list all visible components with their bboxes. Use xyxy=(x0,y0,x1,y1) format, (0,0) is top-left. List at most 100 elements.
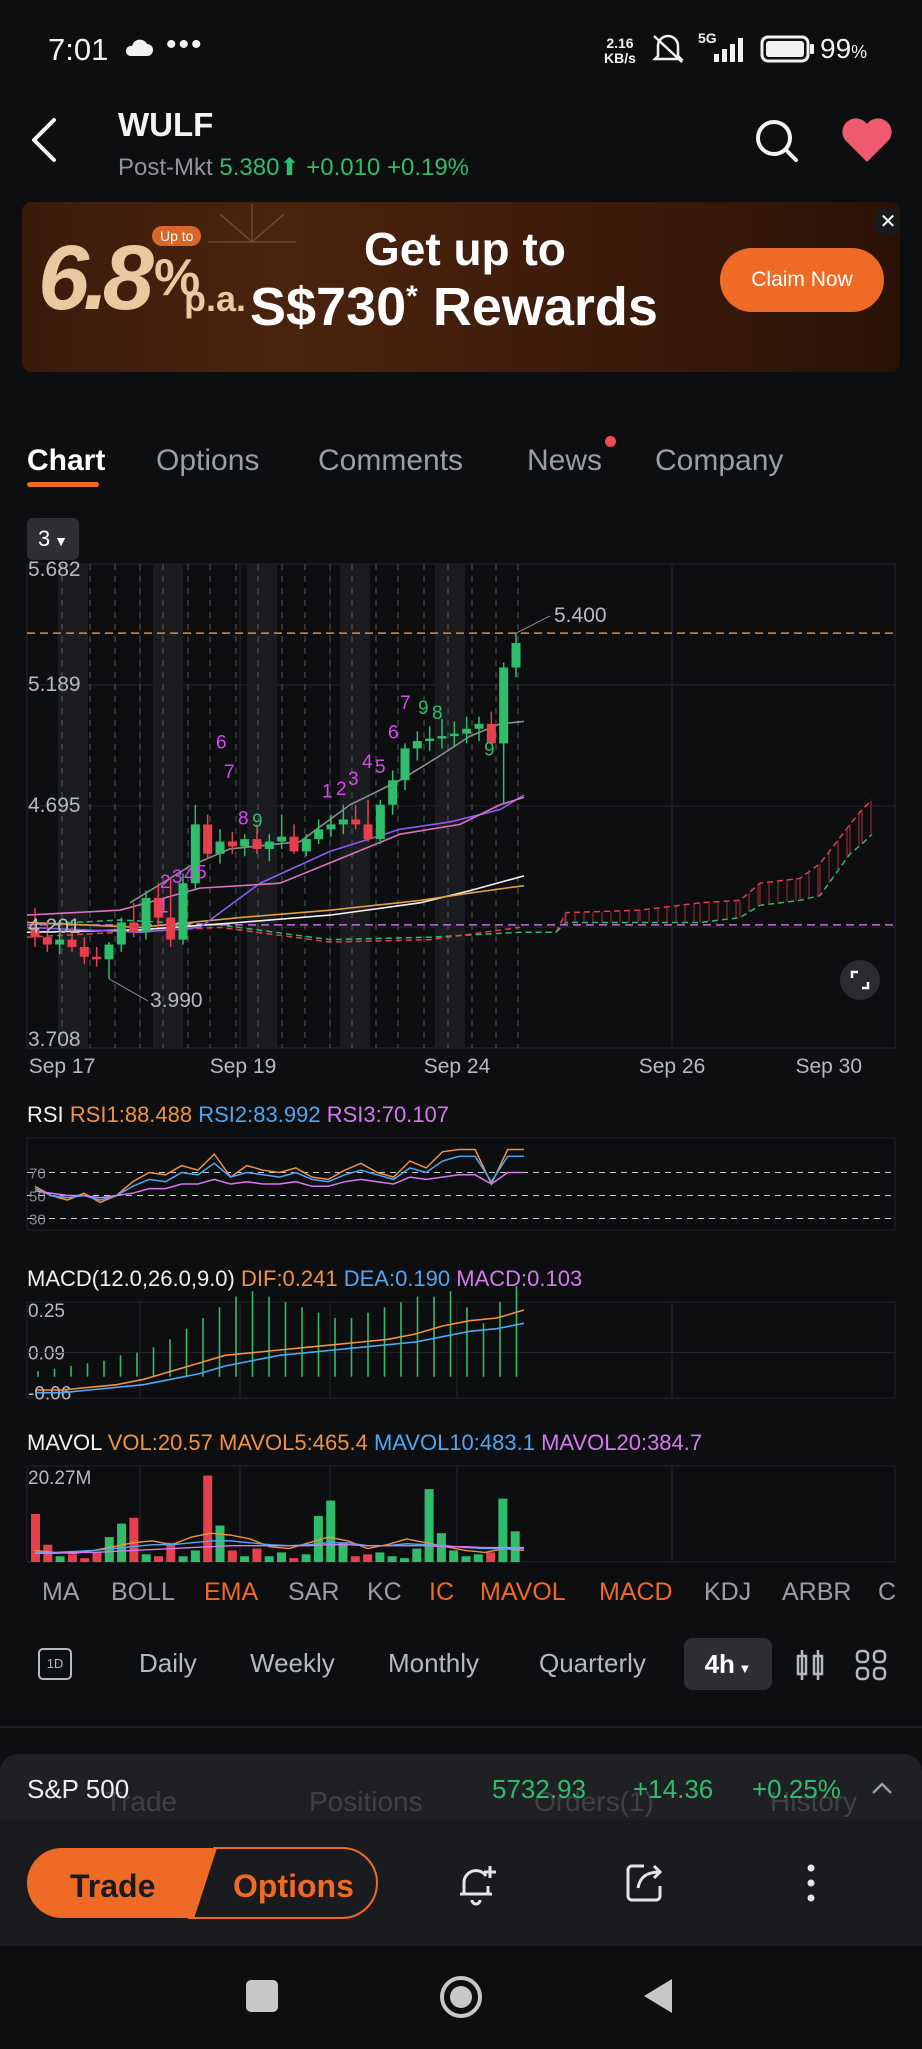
candle-body xyxy=(301,839,311,852)
status-more-dots: ••• xyxy=(166,28,204,61)
volume-panel: 20.27M xyxy=(26,1465,896,1563)
chevron-up-icon[interactable] xyxy=(870,1780,894,1796)
y-axis-tick: 4.695 xyxy=(28,794,81,817)
candle-body xyxy=(116,922,126,945)
index-ticker-bar[interactable]: Trade Positions Orders(1) History S&P 50… xyxy=(0,1754,922,1820)
candle-style-icon[interactable] xyxy=(794,1648,826,1682)
indicator-boll[interactable]: BOLL xyxy=(111,1578,175,1607)
volume-bar xyxy=(252,1548,262,1562)
td-count-magenta: 5 xyxy=(196,862,207,883)
favorite-heart-icon[interactable] xyxy=(840,116,894,164)
candle-body xyxy=(289,836,299,852)
index-change: +14.36 xyxy=(633,1774,714,1804)
indicator-kdj[interactable]: KDJ xyxy=(704,1578,751,1607)
volume-bar xyxy=(375,1552,385,1562)
back-triangle-icon[interactable] xyxy=(640,1976,676,2016)
x-axis-tick: Sep 17 xyxy=(29,1055,96,1078)
post-market-price: 5.380 xyxy=(219,154,280,181)
promo-upto-badge: Up to xyxy=(152,226,202,246)
last-price-leader xyxy=(515,615,551,634)
bottom-action-bar: Trade Options xyxy=(0,1820,922,1946)
candle-body xyxy=(227,841,237,847)
indicator-macd[interactable]: MACD xyxy=(599,1578,673,1607)
y-axis-tick: 4.201 xyxy=(28,915,81,938)
volume-bar xyxy=(129,1517,139,1562)
up-arrow-icon: ⬆ xyxy=(279,154,300,181)
intraday-1d-icon[interactable]: 1D xyxy=(38,1648,72,1680)
indicator-ma[interactable]: MA xyxy=(42,1578,80,1607)
candle-body xyxy=(499,667,509,744)
volume-bar xyxy=(67,1554,77,1562)
cloud-span-b xyxy=(555,833,873,933)
grid-layout-icon[interactable] xyxy=(854,1648,888,1682)
promo-banner[interactable]: 6.8 % Up to p.a. Get up to S$730* Reward… xyxy=(22,202,900,372)
period-quarterly[interactable]: Quarterly xyxy=(539,1648,646,1679)
candle-body xyxy=(375,804,385,840)
candle-body xyxy=(104,944,114,960)
volume-bar xyxy=(301,1554,311,1562)
td-count-magenta: 7 xyxy=(224,762,235,783)
system-nav-bar xyxy=(0,1946,922,2049)
indicator-mavol[interactable]: MAVOL xyxy=(480,1578,566,1607)
candle-body xyxy=(388,780,398,805)
status-time: 7:01 xyxy=(48,32,109,67)
section-divider xyxy=(0,1726,922,1728)
td-count-green: 8 xyxy=(432,703,443,724)
td-count-magenta: 3 xyxy=(172,867,183,888)
indicator-kc[interactable]: KC xyxy=(367,1578,402,1607)
back-arrow-icon[interactable] xyxy=(24,114,64,166)
candle-body xyxy=(67,939,77,947)
home-circle-icon[interactable] xyxy=(438,1974,484,2020)
x-axis-tick: Sep 24 xyxy=(424,1055,491,1078)
tab-company[interactable]: Company xyxy=(655,444,783,478)
more-vertical-icon[interactable] xyxy=(796,1860,826,1906)
indicator-arbr[interactable]: ARBR xyxy=(782,1578,851,1607)
volume-bar xyxy=(166,1542,176,1562)
volume-bar xyxy=(178,1556,188,1562)
tab-news[interactable]: News xyxy=(527,444,602,478)
volume-bar xyxy=(289,1558,299,1562)
claim-now-button[interactable]: Claim Now xyxy=(720,248,884,312)
indicator-ic[interactable]: IC xyxy=(429,1578,454,1607)
status-bar: 7:01 ••• 2.16 KB/s 5G 99% xyxy=(0,0,922,100)
volume-bar xyxy=(326,1500,336,1562)
td-count-magenta: 4 xyxy=(184,865,195,886)
fullscreen-button[interactable] xyxy=(840,960,880,1000)
close-banner-icon[interactable]: ✕ xyxy=(874,208,900,236)
volume-bar xyxy=(363,1554,373,1562)
vol-max-tick: 20.27M xyxy=(28,1468,91,1489)
indicator-ema[interactable]: EMA xyxy=(204,1578,258,1607)
tab-comments[interactable]: Comments xyxy=(318,444,463,478)
recents-square-icon[interactable] xyxy=(246,1980,278,2012)
rsi-level-label: 30 xyxy=(29,1212,46,1229)
period-4h-dropdown[interactable]: 4h ▼ xyxy=(684,1638,772,1690)
tab-options[interactable]: Options xyxy=(156,444,259,478)
candle-body xyxy=(314,829,324,840)
period-weekly[interactable]: Weekly xyxy=(250,1648,335,1679)
indicator-sar[interactable]: SAR xyxy=(288,1578,339,1607)
post-market-change: +0.010 xyxy=(306,154,381,181)
period-daily[interactable]: Daily xyxy=(139,1648,197,1679)
volume-bar xyxy=(424,1489,434,1562)
tab-chart[interactable]: Chart xyxy=(27,444,105,478)
price-alert-bell-icon[interactable] xyxy=(454,1860,500,1906)
battery-percent: 99% xyxy=(820,33,868,64)
volume-bar xyxy=(80,1558,90,1562)
session-label: Post-Mkt xyxy=(118,154,213,181)
td-count-magenta: 1 xyxy=(158,897,169,918)
candlestick-chart[interactable]: 5.682 5.189 4.695 4.201 3.708 Sep 17 Sep 19 Sep… xyxy=(0,560,922,1570)
net-speed: 2.16 KB/s xyxy=(604,35,636,66)
share-icon[interactable] xyxy=(622,1860,668,1906)
volume-bar xyxy=(264,1556,274,1562)
candle-body xyxy=(79,946,89,957)
td-count-magenta: 6 xyxy=(388,723,399,744)
candle-body xyxy=(252,839,262,849)
search-icon[interactable] xyxy=(752,116,802,166)
index-change-pct: +0.25% xyxy=(752,1774,841,1804)
indicator-more[interactable]: C xyxy=(878,1578,896,1607)
period-monthly[interactable]: Monthly xyxy=(388,1648,479,1679)
chart-period-dropdown[interactable]: 3 ▼ xyxy=(27,518,79,560)
y-axis-tick: 5.189 xyxy=(28,673,81,696)
candle-body xyxy=(474,723,484,729)
macd-border xyxy=(26,1301,896,1399)
